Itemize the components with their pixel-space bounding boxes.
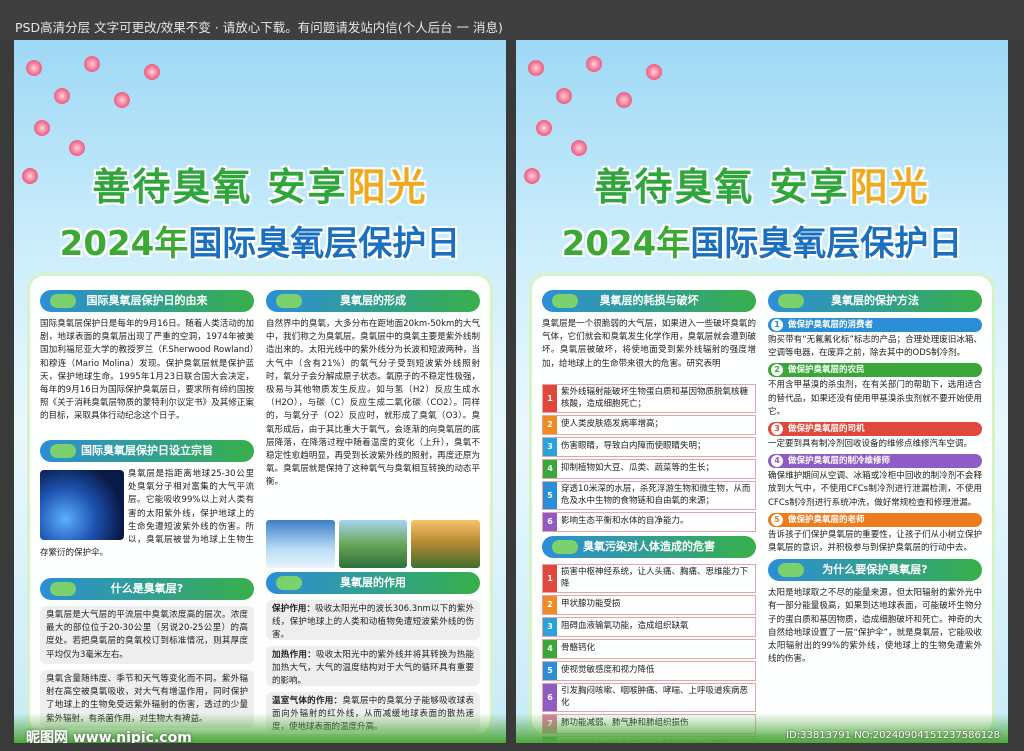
section-header: 什么是臭氧层? [40, 578, 254, 600]
left-column: 国际臭氧层保护日的由来 国际臭氧层保护日是每年的9月16日。随着人类活动的加剧，… [40, 286, 254, 734]
section-header: 国际臭氧层保护日设立宗旨 [40, 440, 254, 462]
method-header: 4 做保护臭氧层的制冷维修师 [768, 454, 982, 469]
list-item: 1 损害中枢神经系统，让人头痛、胸痛、思维能力下降 [542, 564, 756, 593]
list-item: 1 紫外线辐射能破坏生物蛋白质和基因物质脱氧核糖核酸，造成细胞死亡； [542, 384, 756, 413]
section-header: 臭氧层的耗损与破坏 [542, 290, 756, 312]
section-header: 臭氧层的作用 [266, 572, 480, 594]
watermark-id: ID:33813791 NO:20240904151237586128 [786, 730, 1000, 741]
right-column: 臭氧层的保护方法 1 做保护臭氧层的消费者购买带有“无氟氟化标”标志的产品；合理处… [768, 286, 982, 679]
section-text: 臭氧层是一个很脆弱的大气层，如果进入一些破坏臭氧的气体，它们就会和臭氧发生化学作… [542, 319, 756, 369]
list-item: 2 使人类皮肤癌发病率增高； [542, 415, 756, 435]
method-text: 确保维护期间从空调、冰箱或冷柜中回收的制冷剂不会释放到大气中，不使用CFCs制冷… [768, 471, 982, 508]
right-column: 臭氧层的形成 自然界中的臭氧，大多分布在距地面20km-50km的大气中，我们称… [266, 286, 481, 738]
method-header: 2 做保护臭氧层的农民 [768, 363, 982, 378]
effect-item: 加热作用：吸收太阳光中的紫外线并将其转换为热能加热大气，大气的温度结构对于大气的… [266, 646, 480, 686]
download-notice: PSD高清分层 文字可更改/效果不变 · 请放心下载。有问题请发站内信(个人后台… [0, 0, 1024, 40]
protection-methods: 1 做保护臭氧层的消费者购买带有“无氟氟化标”标志的产品；合理处理废旧冰箱、空调等… [768, 318, 982, 555]
section-header: 臭氧污染对人体造成的危害 [542, 536, 756, 558]
section-header: 为什么要保护臭氧层? [768, 559, 982, 582]
section-text: 国际臭氧层保护日是每年的9月16日。随着人类活动的加剧，地球表面的臭氧层出现了严… [40, 319, 254, 422]
section-text: 臭氧层是大气层的平流层中臭氧浓度高的层次。浓度最大的部位位于20-30公里（另说… [40, 606, 254, 664]
watermark-site: 昵图网 www.nipic.com [26, 730, 192, 743]
method-header: 5 做保护臭氧层的老师 [768, 512, 982, 527]
headline: 2024年国际臭氧层保护日 [561, 224, 963, 264]
list-item: 3 伤害眼睛，导致白内障而使眼睛失明； [542, 437, 756, 457]
left-column: 臭氧层的耗损与破坏 臭氧层是一个很脆弱的大气层，如果进入一些破坏臭氧的气体，它们… [542, 286, 756, 743]
method-text: 不用含甲基溴的杀虫剂，在有关部门的帮助下，选用适合的替代品，如果还没有使用甲基溴… [768, 380, 982, 417]
content-card: 臭氧层的耗损与破坏 臭氧层是一个很脆弱的大气层，如果进入一些破坏臭氧的气体，它们… [532, 276, 992, 743]
list-item: 5 穿透10米深的水层，杀死浮游生物和微生物，从而危及水中生物的食物链和自由氧的来… [542, 481, 756, 510]
list-item: 4 抑制植物如大豆、瓜类、蔬菜等的生长； [542, 459, 756, 479]
method-header: 1 做保护臭氧层的消费者 [768, 318, 982, 332]
method-text: 告诉孩子们保护臭氧层的重要性，让孩子们从小树立保护臭氧层的意识，并积极参与到保护… [768, 529, 982, 554]
damage-list: 1 紫外线辐射能破坏生物蛋白质和基因物质脱氧核糖核酸，造成细胞死亡； 2 使人类皮肤癌… [542, 384, 756, 532]
section-text: 太阳是地球取之不尽的能量来源，但太阳辐射的紫外光中有一部分能量极高，如果到达地球… [768, 588, 982, 665]
method-header: 3 做保护臭氧层的司机 [768, 422, 982, 437]
headline: 2024年国际臭氧层保护日 [59, 224, 461, 264]
section-header: 臭氧层的形成 [266, 290, 480, 312]
list-item: 6 引发胸闷咳嗽、咽喉肿痛、哮喘、上呼吸道疾病恶化 [542, 683, 756, 712]
forest-photo [338, 520, 408, 568]
method-text: 购买带有“无氟氟化标”标志的产品；合理处理废旧冰箱、空调等电器，在废弃之前，除去… [768, 335, 982, 359]
slogan: 善待臭氧 安享阳光 [594, 165, 930, 209]
photo-strip [266, 520, 481, 568]
content-card: 国际臭氧层保护日的由来 国际臭氧层保护日是每年的9月16日。随着人类活动的加剧，… [30, 276, 490, 734]
sunset-photo [411, 520, 481, 568]
earth-image [40, 470, 124, 540]
method-text: 一定要到具有制冷剂回收设备的维修点维修汽车空调。 [768, 439, 973, 450]
poster-right: 善待臭氧 安享阳光 2024年国际臭氧层保护日 臭氧层的耗损与破坏 臭氧层是一个… [516, 40, 1008, 743]
section-header: 臭氧层的保护方法 [768, 290, 982, 312]
effect-item: 保护作用：吸收太阳光中的波长306.3nm以下的紫外线，保护地球上的人类和动植物… [266, 600, 480, 640]
list-item: 2 甲状腺功能受损 [542, 595, 756, 615]
list-item: 6 影响生态平衡和水体的自净能力。 [542, 512, 756, 532]
list-item: 4 骨骼钙化 [542, 639, 756, 659]
slogan: 善待臭氧 安享阳光 [92, 165, 428, 209]
section-header: 国际臭氧层保护日的由来 [40, 290, 254, 312]
poster-left: 善待臭氧 安享阳光 2024年国际臭氧层保护日 国际臭氧层保护日的由来 国际臭氧… [14, 40, 506, 743]
sky-photo [266, 520, 335, 568]
list-item: 3 阻碍血液输氧功能，造成组织缺氧 [542, 617, 756, 637]
list-item: 5 使视觉敏感度和视力降低 [542, 661, 756, 681]
section-text: 自然界中的臭氧，大多分布在距地面20km-50km的大气中，我们称之为臭氧层。臭… [266, 319, 480, 488]
